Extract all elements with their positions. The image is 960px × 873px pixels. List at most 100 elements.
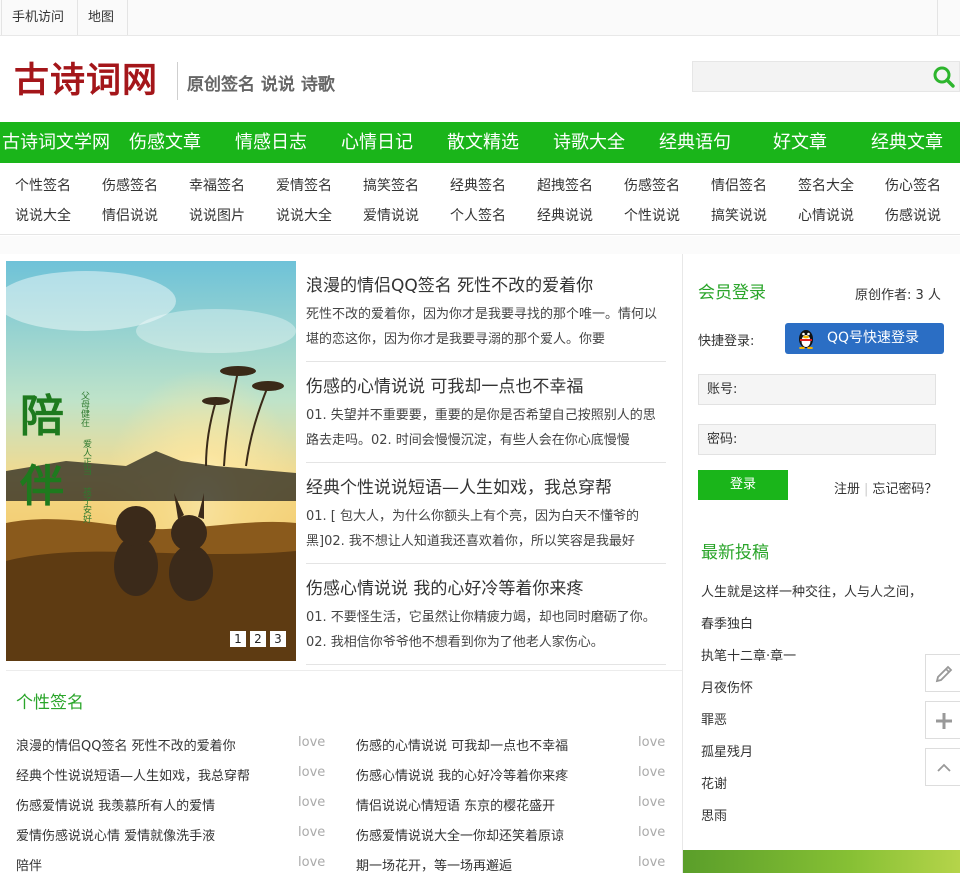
article-item: 浪漫的情侣QQ签名 死性不改的爱着你 死性不改的爱着你，因为你才是我要寻找的那个… xyxy=(306,271,666,362)
sublink[interactable]: 超拽签名 xyxy=(537,175,593,195)
article-divider xyxy=(306,664,666,665)
latest-item[interactable]: 孤星残月 xyxy=(701,741,753,760)
logo-divider xyxy=(177,62,178,100)
sublink[interactable]: 个性签名 xyxy=(15,175,71,195)
sublink[interactable]: 签名大全 xyxy=(798,175,854,195)
search-button[interactable] xyxy=(931,64,957,90)
nav-item-mood-diary[interactable]: 心情日记 xyxy=(341,122,413,163)
author-count: 原创作者: 3 人 xyxy=(855,288,941,303)
back-to-top-button[interactable] xyxy=(925,748,960,786)
signature-link[interactable]: 伤感爱情说说大全一你却还笑着原谅 xyxy=(356,825,564,844)
nav-item-good-articles[interactable]: 好文章 xyxy=(773,122,827,163)
article-excerpt: 01. [ 包大人，为什么你额头上有个亮，因为白天不懂爷的黑]02. 我不想让人… xyxy=(306,509,640,549)
sublink[interactable]: 搞笑签名 xyxy=(363,175,419,195)
nav-item-sad-articles[interactable]: 伤感文章 xyxy=(129,122,201,163)
qq-login-button[interactable]: QQ号快速登录 xyxy=(785,323,944,354)
poster-char-1: 陪 xyxy=(20,391,64,442)
sublink[interactable]: 个性说说 xyxy=(624,205,680,225)
sublink[interactable]: 情侣签名 xyxy=(711,175,767,195)
latest-submissions-title: 最新投稿 xyxy=(701,543,769,563)
sublink[interactable]: 情侣说说 xyxy=(102,205,158,225)
sublink[interactable]: 经典说说 xyxy=(537,205,593,225)
signature-link[interactable]: 爱情伤感说说心情 爱情就像洗手液 xyxy=(16,825,215,844)
slide-image: 陪 伴 父母健在 爱人正当 孩子安好 xyxy=(6,261,296,661)
article-title[interactable]: 经典个性说说短语—人生如戏，我总穿帮 xyxy=(306,473,666,498)
article-title[interactable]: 伤感心情说说 我的心好冷等着你来疼 xyxy=(306,574,666,599)
sublink[interactable]: 搞笑说说 xyxy=(711,205,767,225)
article-item: 经典个性说说短语—人生如戏，我总穿帮 01. [ 包大人，为什么你额头上有个亮，… xyxy=(306,473,666,564)
sublink[interactable]: 经典签名 xyxy=(450,175,506,195)
love-tag: love xyxy=(638,855,666,870)
article-title[interactable]: 浪漫的情侣QQ签名 死性不改的爱着你 xyxy=(306,271,666,296)
sublink[interactable]: 伤心签名 xyxy=(885,175,941,195)
signature-link[interactable]: 情侣说说心情短语 东京的樱花盛开 xyxy=(356,795,555,814)
sublink[interactable]: 爱情说说 xyxy=(363,205,419,225)
promo-banner[interactable] xyxy=(683,850,960,873)
edit-tool-button[interactable] xyxy=(925,654,960,692)
article-divider xyxy=(306,563,666,564)
sublink[interactable]: 说说大全 xyxy=(15,205,71,225)
latest-item[interactable]: 执笔十二章·章一 xyxy=(701,645,796,664)
sublink[interactable]: 个人签名 xyxy=(450,205,506,225)
sublink[interactable]: 伤感说说 xyxy=(885,205,941,225)
latest-item[interactable]: 思雨 xyxy=(701,805,727,824)
site-logo[interactable]: 古诗词网 xyxy=(14,58,158,104)
link-separator: | xyxy=(864,482,869,497)
nav-item-home[interactable]: 古诗词文学网 xyxy=(2,122,110,163)
search-icon xyxy=(933,66,955,88)
password-field: 密码: xyxy=(698,424,936,455)
latest-item[interactable]: 春季独白 xyxy=(701,613,753,632)
signature-link[interactable]: 伤感爱情说说 我羡慕所有人的爱情 xyxy=(16,795,215,814)
signature-link[interactable]: 伤感的心情说说 可我却一点也不幸福 xyxy=(356,735,568,754)
mobile-access-link[interactable]: 手机访问 xyxy=(1,0,78,35)
add-tool-button[interactable] xyxy=(925,701,960,739)
signature-link[interactable]: 浪漫的情侣QQ签名 死性不改的爱着你 xyxy=(16,735,236,754)
signature-link[interactable]: 经典个性说说短语—人生如戏，我总穿帮 xyxy=(16,765,250,784)
nav-item-emotion-log[interactable]: 情感日志 xyxy=(235,122,307,163)
latest-item[interactable]: 罪恶 xyxy=(701,709,727,728)
love-tag: love xyxy=(638,795,666,810)
love-tag: love xyxy=(298,855,326,870)
article-excerpt: 01. 不要怪生活，它虽然让你精疲力竭，却也同时磨砺了你。02. 我相信你爷爷他… xyxy=(306,610,656,650)
article-item: 伤感心情说说 我的心好冷等着你来疼 01. 不要怪生活，它虽然让你精疲力竭，却也… xyxy=(306,574,666,665)
forgot-password-link[interactable]: 忘记密码？ xyxy=(872,482,937,497)
article-title[interactable]: 伤感的心情说说 可我却一点也不幸福 xyxy=(306,372,666,397)
signature-link[interactable]: 期一场花开，等一场再邂逅 xyxy=(356,855,512,873)
login-button[interactable]: 登录 xyxy=(698,470,788,500)
slide-page-2[interactable]: 2 xyxy=(250,631,266,647)
signature-link[interactable]: 伤感心情说说 我的心好冷等着你来疼 xyxy=(356,765,568,784)
article-excerpt: 死性不改的爱着你，因为你才是我要寻找的那个唯一。情何以堪的恋这你，因为你才是我要… xyxy=(306,307,658,347)
register-link[interactable]: 注册 xyxy=(834,482,860,497)
poster-char-2: 伴 xyxy=(19,461,64,512)
search-box xyxy=(692,61,960,92)
sublink[interactable]: 幸福签名 xyxy=(189,175,245,195)
signatures-section-title: 个性签名 xyxy=(16,693,84,713)
sitemap-link[interactable]: 地图 xyxy=(78,0,128,35)
nav-item-quotes[interactable]: 经典语句 xyxy=(659,122,731,163)
sublink[interactable]: 说说图片 xyxy=(189,205,245,225)
nav-item-classic-articles[interactable]: 经典文章 xyxy=(871,122,943,163)
featured-slideshow[interactable]: 陪 伴 父母健在 爱人正当 孩子安好 xyxy=(6,261,296,661)
sublink[interactable]: 说说大全 xyxy=(276,205,332,225)
sublink[interactable]: 爱情签名 xyxy=(276,175,332,195)
slide-page-3[interactable]: 3 xyxy=(270,631,286,647)
nav-item-poems[interactable]: 诗歌大全 xyxy=(553,122,625,163)
nav-item-prose[interactable]: 散文精选 xyxy=(447,122,519,163)
love-tag: love xyxy=(298,735,326,750)
latest-item[interactable]: 花谢 xyxy=(701,773,727,792)
latest-item[interactable]: 人生就是这样一种交往，人与人之间， xyxy=(701,581,922,600)
sublink[interactable]: 伤感签名 xyxy=(624,175,680,195)
search-input[interactable] xyxy=(693,62,928,91)
love-tag: love xyxy=(298,825,326,840)
password-input[interactable] xyxy=(743,425,929,454)
slide-page-1[interactable]: 1 xyxy=(230,631,246,647)
sublink[interactable]: 心情说说 xyxy=(798,205,854,225)
account-input[interactable] xyxy=(743,375,929,404)
pencil-icon xyxy=(935,665,953,683)
latest-item[interactable]: 月夜伤怀 xyxy=(701,677,753,696)
article-item: 伤感的心情说说 可我却一点也不幸福 01. 失望并不重要要，重要的是你是否希望自… xyxy=(306,372,666,463)
signature-link[interactable]: 陪伴 xyxy=(16,855,42,873)
top-bar: 手机访问 地图 xyxy=(0,0,960,36)
poster-caption-3: 孩子安好 xyxy=(81,486,92,524)
sublink[interactable]: 伤感签名 xyxy=(102,175,158,195)
